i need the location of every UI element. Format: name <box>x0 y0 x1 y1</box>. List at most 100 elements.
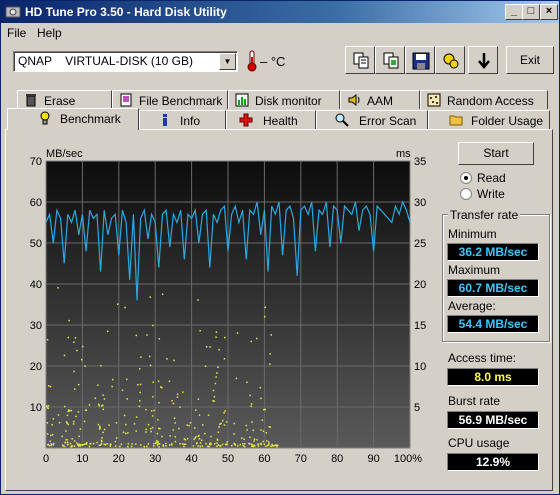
tab-erase[interactable]: Erase <box>17 90 112 109</box>
access-time-point <box>127 445 129 448</box>
x-tick-label: 70 <box>295 453 307 465</box>
menu-file[interactable]: File <box>7 26 26 40</box>
y-left-tick-label: 20 <box>30 361 42 373</box>
copy-text-button[interactable] <box>345 46 375 74</box>
access-time-point <box>77 444 80 447</box>
access-time-point <box>114 440 117 443</box>
tab-file-benchmark[interactable]: File Benchmark <box>112 90 228 109</box>
access-time-point <box>197 445 199 447</box>
access-time-point <box>61 444 64 446</box>
access-time-point <box>184 443 187 446</box>
access-time-point <box>140 356 142 358</box>
menu-help[interactable]: Help <box>37 26 62 40</box>
access-time-point <box>199 329 201 332</box>
access-time-point <box>65 430 67 432</box>
access-time-point <box>99 444 102 446</box>
chevron-down-icon[interactable]: ▼ <box>219 53 236 70</box>
access-time-point <box>260 397 262 400</box>
access-time-point <box>63 445 66 448</box>
access-time-point <box>161 293 164 295</box>
access-time-point <box>249 394 251 397</box>
access-time-point <box>161 435 163 438</box>
write-radio[interactable] <box>460 188 472 200</box>
minimize-button[interactable]: _ <box>505 4 523 20</box>
access-time-point <box>127 443 130 445</box>
access-time-point <box>130 445 133 448</box>
tab-error-scan[interactable]: Error Scan <box>316 110 428 129</box>
access-time-point <box>217 431 220 433</box>
access-time-point <box>199 445 201 448</box>
tab-benchmark[interactable]: Benchmark <box>7 108 139 130</box>
access-time-point <box>76 442 78 444</box>
access-time-point <box>83 443 86 445</box>
drive-select[interactable]: QNAP VIRTUAL-DISK (10 GB) ▼ <box>13 51 238 72</box>
tab-health[interactable]: Health <box>226 110 316 129</box>
info-icon <box>163 114 167 126</box>
access-time-point <box>46 405 48 407</box>
access-time-point <box>217 444 220 446</box>
options-button[interactable] <box>435 46 465 74</box>
access-time-point <box>100 442 103 445</box>
access-time-point <box>252 429 255 432</box>
access-time-point <box>58 421 61 424</box>
file-benchmark-icon <box>120 93 132 107</box>
access-time-point <box>73 388 76 390</box>
tab-random-access[interactable]: Random Access <box>420 90 548 109</box>
access-time-point <box>158 401 160 404</box>
tab-aam[interactable]: AAM <box>340 90 420 109</box>
access-time-point <box>139 383 142 386</box>
access-time-point <box>149 296 151 298</box>
access-time-point <box>98 428 101 430</box>
access-time-point <box>157 419 159 421</box>
tab-health-label: Health <box>263 114 298 128</box>
access-time-point <box>179 442 181 445</box>
access-time-point <box>124 306 126 309</box>
access-time-point <box>201 445 204 447</box>
maximize-button[interactable]: □ <box>522 4 540 20</box>
access-time-point <box>250 340 252 343</box>
access-time-point <box>171 444 173 446</box>
copy-screenshot-button[interactable] <box>375 46 405 74</box>
read-radio[interactable] <box>460 172 472 184</box>
access-time-point <box>172 402 175 405</box>
access-time-point <box>166 358 168 360</box>
options-icon <box>443 53 459 69</box>
y-left-tick-label: 40 <box>30 279 42 291</box>
exit-button[interactable]: Exit <box>506 46 554 74</box>
download-button[interactable] <box>468 46 498 74</box>
floppy-disk-icon <box>412 52 430 70</box>
cpu-usage-value: 12.9% <box>447 453 539 471</box>
access-time-point <box>73 420 75 423</box>
burst-rate-label: Burst rate <box>448 394 501 408</box>
copy-icon <box>353 52 369 69</box>
access-time-point <box>103 398 106 400</box>
tab-folder-usage[interactable]: Folder Usage <box>428 110 550 129</box>
access-time-point <box>260 429 262 431</box>
access-time-point <box>102 394 104 396</box>
close-button[interactable]: × <box>540 4 558 20</box>
access-time-point <box>263 443 266 445</box>
x-tick-label: 100% <box>394 453 422 465</box>
access-time-point <box>218 426 220 428</box>
access-time-point <box>145 431 147 433</box>
access-time-point <box>156 439 158 442</box>
access-time-point <box>266 444 269 447</box>
access-time-point <box>79 444 82 446</box>
access-time-point <box>63 354 66 357</box>
access-time-point <box>88 445 91 448</box>
save-button[interactable] <box>405 46 435 74</box>
access-time-point <box>214 382 217 385</box>
tab-disk-monitor[interactable]: Disk monitor <box>228 90 340 109</box>
access-time-point <box>135 430 137 432</box>
access-time-point <box>202 424 204 426</box>
thermometer-icon <box>247 50 257 72</box>
access-time-point <box>267 441 270 443</box>
tab-error-scan-label: Error Scan <box>359 114 417 128</box>
access-time-point <box>119 445 121 448</box>
chart-left-unit: MB/sec <box>46 148 83 160</box>
access-time-point <box>101 404 104 407</box>
start-button[interactable]: Start <box>458 142 534 165</box>
access-time-point <box>173 359 175 362</box>
access-time-point <box>262 440 265 443</box>
tab-info[interactable]: Info <box>139 110 226 129</box>
